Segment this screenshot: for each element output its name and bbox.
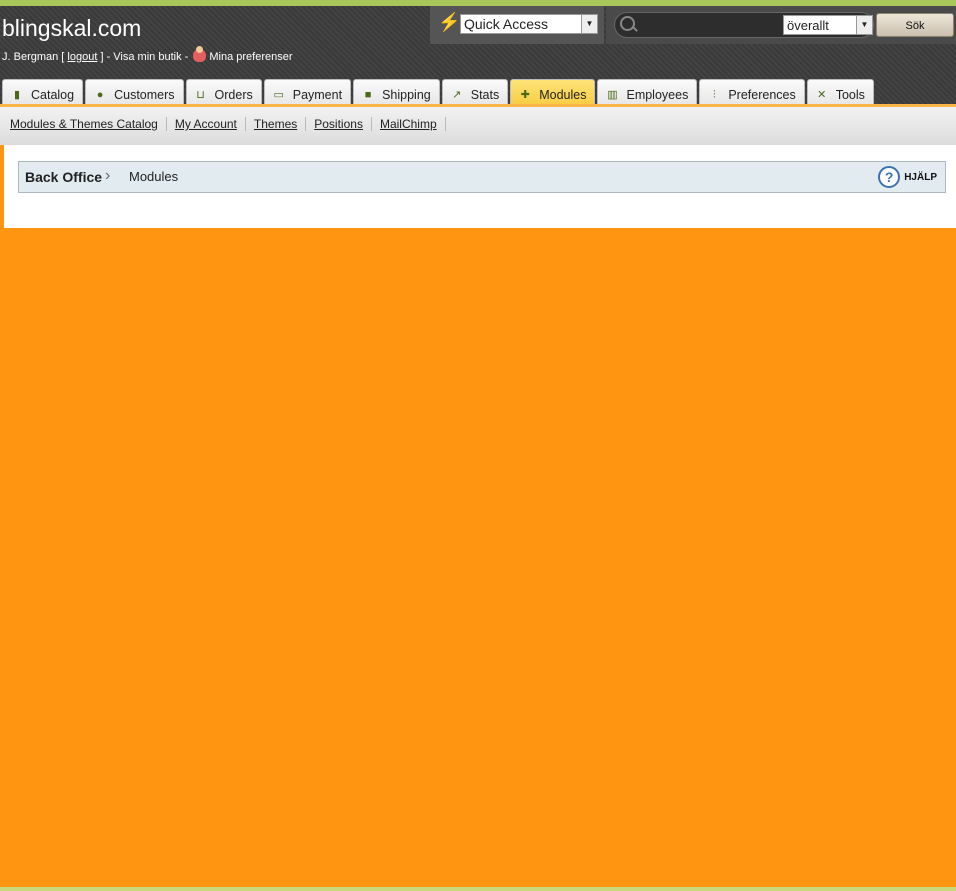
subnav-my-account[interactable]: My Account [167,117,246,131]
quick-access-label: Quick Access [464,16,549,32]
search-box: överallt ▼ Sök [606,6,956,44]
card-icon: ▭ [273,89,284,101]
bottom-accent-bar [0,887,956,891]
search-button[interactable]: Sök [876,13,954,37]
user-icon [193,46,207,62]
user-info: J. Bergman [ logout ] - Visa min butik -… [2,46,293,63]
search-scope-label: överallt [787,18,829,33]
breadcrumb-current: Modules [129,169,179,184]
header: blingskal.com J. Bergman [ logout ] - Vi… [0,6,956,110]
help-button[interactable]: ? HJÄLP [878,166,937,188]
subnav-positions[interactable]: Positions [306,117,372,131]
search-scope-select[interactable]: överallt ▼ [783,15,873,35]
logout-link[interactable]: logout [67,51,97,63]
view-shop-link[interactable]: Visa min butik [113,51,181,63]
book-icon: ▮ [13,89,21,101]
content-area: Back Office › Modules ? HJÄLP [4,145,956,228]
tab-label: Tools [835,88,865,102]
search-icon [620,16,635,31]
subnav-mailchimp[interactable]: MailChimp [372,117,446,131]
sub-navigation: Modules & Themes Catalog My Account Them… [0,104,956,145]
tab-label: Payment [292,88,343,102]
help-icon: ? [878,166,901,188]
truck-icon: ■ [364,89,372,101]
tab-label: Shipping [382,88,431,102]
lightning-icon: ⚡ [438,12,461,32]
chevron-right-icon: › [105,167,111,184]
chevron-down-icon[interactable]: ▼ [856,16,872,34]
cart-icon: ⊔ [196,89,205,101]
shop-name[interactable]: blingskal.com [2,15,141,42]
help-label: HJÄLP [904,171,937,183]
employees-icon: ▥ [607,89,618,101]
tab-label: Modules [539,88,587,102]
preferences-link[interactable]: Mina preferenser [209,51,292,63]
chart-icon: ↗ [452,89,462,101]
puzzle-icon: ✚ [520,89,530,101]
sliders-icon: ⫶ [712,89,716,101]
tab-label: Catalog [31,88,75,102]
breadcrumb-root[interactable]: Back Office [25,169,102,185]
person-icon: ● [96,89,104,101]
subnav-modules-themes-catalog[interactable]: Modules & Themes Catalog [2,117,167,131]
subnav-themes[interactable]: Themes [246,117,307,131]
quick-access-box: ⚡ Quick Access ▼ [430,6,604,44]
user-name: J. Bergman [2,51,59,63]
tab-label: Stats [470,88,500,102]
quick-access-select[interactable]: Quick Access ▼ [460,14,598,34]
breadcrumb: Back Office › Modules ? HJÄLP [18,161,946,193]
tab-label: Orders [214,88,253,102]
chevron-down-icon[interactable]: ▼ [581,15,597,33]
tab-label: Preferences [728,88,796,102]
tab-label: Employees [626,88,689,102]
tools-icon: ✕ [817,89,827,101]
tab-label: Customers [114,88,175,102]
